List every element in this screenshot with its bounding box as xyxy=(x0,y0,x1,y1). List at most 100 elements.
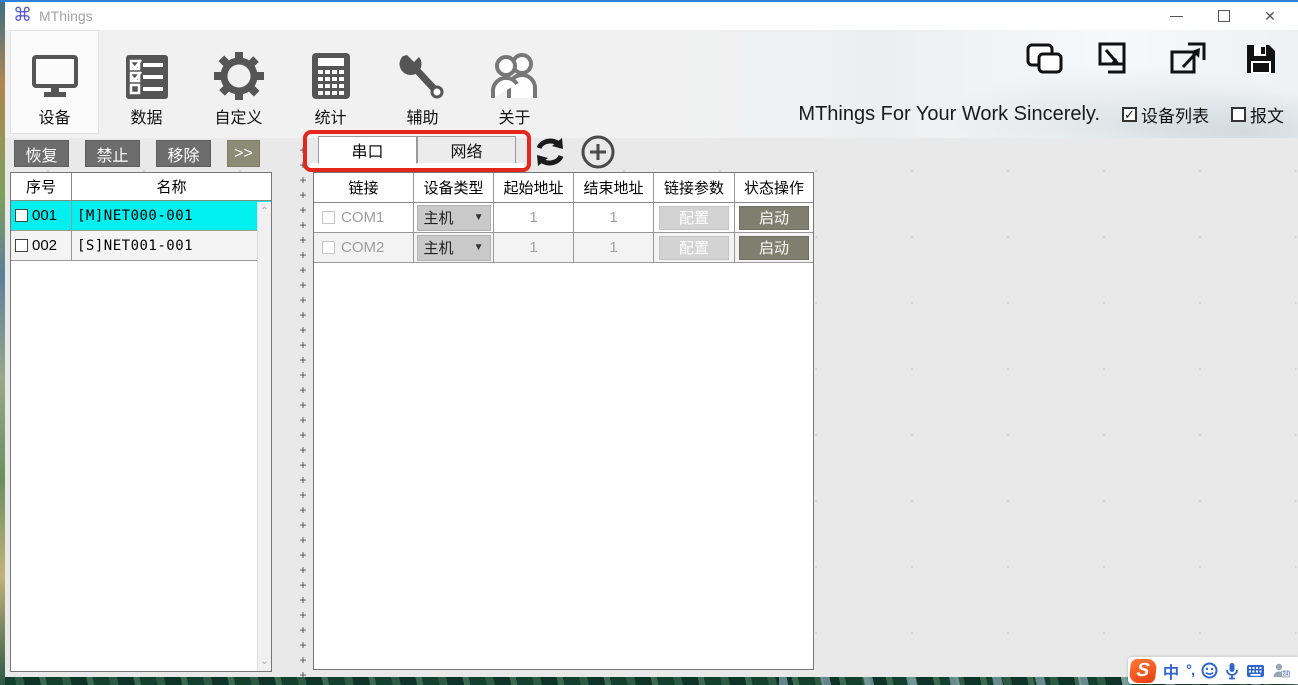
configure-button[interactable]: 配置 xyxy=(659,206,729,230)
device-type-value: 主机 xyxy=(424,237,454,258)
checkbox-unchecked-icon xyxy=(1231,107,1246,122)
tab-serial[interactable]: 串口 xyxy=(318,136,417,164)
link-row: COM1 主机 ▼ 1 1 配置 启动 xyxy=(314,203,813,233)
start-button[interactable]: 启动 xyxy=(739,206,809,230)
row-checkbox[interactable] xyxy=(15,209,28,222)
tabstrip-base xyxy=(310,163,524,170)
main-toolbar: 设备 数据 xyxy=(5,30,1298,138)
gear-icon xyxy=(214,52,264,100)
toggle-label: 报文 xyxy=(1250,102,1284,127)
disable-button[interactable]: 禁止 xyxy=(85,140,140,167)
end-addr-cell[interactable]: 1 xyxy=(574,203,654,232)
end-addr-cell[interactable]: 1 xyxy=(574,233,654,262)
close-button[interactable]: ✕ xyxy=(1248,2,1292,30)
desktop-bottom-edge xyxy=(0,677,1298,685)
configure-button[interactable]: 配置 xyxy=(659,236,729,260)
toolbar-button-custom[interactable]: 自定义 xyxy=(194,30,283,134)
table-row[interactable]: 002 [S]NET001-001 xyxy=(11,231,271,261)
restore-button[interactable]: 恢复 xyxy=(14,140,69,167)
toolbar-button-device[interactable]: 设备 xyxy=(10,30,99,134)
link-name: COM2 xyxy=(341,239,384,256)
toggle-packet[interactable]: 报文 xyxy=(1231,102,1284,127)
maximize-icon xyxy=(1218,10,1230,22)
wrench-icon xyxy=(399,52,447,100)
minimize-button[interactable] xyxy=(1154,2,1198,30)
ime-toolbar: S 中 °, 24 xyxy=(1128,657,1298,684)
close-icon: ✕ xyxy=(1264,8,1276,25)
dock-window-button[interactable] xyxy=(1098,40,1136,78)
cascade-windows-icon xyxy=(1026,43,1064,75)
checklist-icon xyxy=(123,54,171,100)
device-table-header: 序号 名称 xyxy=(11,173,271,201)
toolbar-button-label: 设备 xyxy=(38,104,70,128)
link-name: COM1 xyxy=(341,209,384,226)
toggle-device-list[interactable]: ✓ 设备列表 xyxy=(1122,102,1209,127)
col-header-link-params: 链接参数 xyxy=(654,173,735,202)
save-button[interactable] xyxy=(1242,40,1280,78)
device-actions: 恢复 禁止 移除 >> xyxy=(14,140,260,167)
microphone-icon[interactable] xyxy=(1225,662,1239,680)
col-header-device-type: 设备类型 xyxy=(414,173,494,202)
device-table: 序号 名称 001 [M]NET000-001 002 [S]NET001-00… xyxy=(10,172,272,672)
link-tabs: 串口 网络 xyxy=(310,136,524,170)
keyboard-icon[interactable] xyxy=(1246,664,1265,678)
monitor-icon xyxy=(29,54,81,100)
window-top-border xyxy=(0,0,1298,2)
start-addr-cell[interactable]: 1 xyxy=(494,203,574,232)
chevron-down-icon: ▼ xyxy=(474,242,484,253)
row-checkbox[interactable] xyxy=(15,239,28,252)
row-checkbox[interactable] xyxy=(322,211,335,224)
chevron-down-icon: ▼ xyxy=(474,212,484,223)
dock-window-icon xyxy=(1098,42,1136,76)
toolbar-button-label: 数据 xyxy=(130,104,162,128)
device-type-dropdown[interactable]: 主机 ▼ xyxy=(417,235,491,261)
emoji-icon[interactable] xyxy=(1201,662,1218,679)
scroll-down-icon[interactable]: ⌄ xyxy=(258,656,271,667)
app-window: ⌘ MThings ✕ 设备 xyxy=(0,0,1298,685)
row-no: 002 xyxy=(32,237,57,254)
start-button[interactable]: 启动 xyxy=(739,236,809,260)
toolbar-button-data[interactable]: 数据 xyxy=(102,30,191,134)
link-row: COM2 主机 ▼ 1 1 配置 启动 xyxy=(314,233,813,263)
svg-text:24: 24 xyxy=(1283,672,1289,678)
col-header-status-ops: 状态操作 xyxy=(735,173,813,202)
device-type-dropdown[interactable]: 主机 ▼ xyxy=(417,205,491,231)
undock-window-button[interactable] xyxy=(1170,40,1208,78)
maximize-button[interactable] xyxy=(1202,2,1246,30)
toolbar-button-label: 辅助 xyxy=(406,104,438,128)
col-header-no: 序号 xyxy=(11,173,72,200)
expand-button[interactable]: >> xyxy=(227,140,260,167)
app-tagline: MThings For Your Work Sincerely. xyxy=(798,103,1100,126)
people-icon xyxy=(487,52,543,100)
undock-window-icon xyxy=(1170,42,1208,76)
start-addr-cell[interactable]: 1 xyxy=(494,233,574,262)
toolbar-button-stats[interactable]: 统计 xyxy=(286,30,375,134)
toolbar-button-assist[interactable]: 辅助 xyxy=(378,30,467,134)
remove-button[interactable]: 移除 xyxy=(156,140,211,167)
table-row[interactable]: 001 [M]NET000-001 xyxy=(11,201,271,231)
ime-lang-toggle[interactable]: 中 xyxy=(1163,659,1179,683)
tab-network[interactable]: 网络 xyxy=(417,136,516,164)
device-table-scrollbar[interactable]: ⌃ ⌄ xyxy=(257,202,271,671)
calculator-icon xyxy=(311,52,351,100)
sogou-logo-icon[interactable]: S xyxy=(1129,659,1158,683)
desktop-left-edge xyxy=(0,2,5,685)
ime-punctuation-toggle[interactable]: °, xyxy=(1186,662,1194,679)
col-header-name: 名称 xyxy=(72,173,271,200)
plus-icon xyxy=(580,134,616,170)
user-badge-icon[interactable]: 24 xyxy=(1272,662,1290,679)
toolbar-button-about[interactable]: 关于 xyxy=(470,30,559,134)
refresh-icon xyxy=(531,134,569,170)
panel-splitter[interactable]: + + + + + + + + + + + + + + + + + + + + … xyxy=(294,128,312,678)
row-checkbox[interactable] xyxy=(322,241,335,254)
scroll-up-icon[interactable]: ⌃ xyxy=(258,206,271,217)
title-bar: ⌘ MThings ✕ xyxy=(5,2,1298,30)
cascade-windows-button[interactable] xyxy=(1026,40,1064,78)
add-link-button[interactable] xyxy=(580,134,616,170)
row-no: 001 xyxy=(32,207,57,224)
app-logo-icon: ⌘ xyxy=(13,4,32,27)
minimize-icon xyxy=(1170,16,1183,17)
device-type-value: 主机 xyxy=(424,207,454,228)
col-header-link: 链接 xyxy=(314,173,414,202)
refresh-button[interactable] xyxy=(531,133,569,171)
